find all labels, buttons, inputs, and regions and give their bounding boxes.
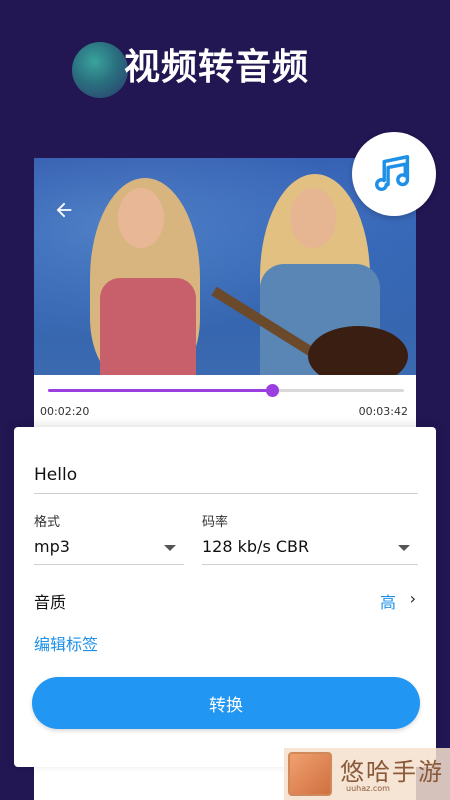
header-decoration [72,42,128,98]
video-figure-right-face [290,188,336,248]
chevron-right-icon: › [409,589,416,608]
dropdown-caret-icon [164,545,176,551]
bitrate-label: 码率 [202,515,229,530]
watermark: 悠哈手游 uuhaz.com [284,748,450,800]
format-label: 格式 [34,515,61,530]
edit-tags-link[interactable]: 编辑标签 [34,631,98,655]
arrow-left-icon[interactable] [52,199,76,223]
format-value: mp3 [34,537,70,556]
quality-row[interactable]: 音质 高 › [34,585,418,615]
page-title: 视频转音频 [124,47,310,88]
quality-value: 高 [379,593,396,612]
conversion-panel: 格式 mp3 码率 128 kb/s CBR 音质 高 › 编辑标签 转换 [14,427,436,767]
video-figure-left-face [118,188,164,248]
format-select[interactable]: mp3 [34,533,184,565]
seek-track[interactable] [48,384,404,397]
filename-input[interactable] [34,457,418,494]
watermark-url: uuhaz.com [346,784,390,793]
seek-progress [48,389,273,392]
bitrate-select[interactable]: 128 kb/s CBR [202,533,418,565]
bitrate-value: 128 kb/s CBR [202,537,310,556]
playback-bar: 00:02:20 00:03:42 [34,375,416,427]
watermark-text: 悠哈手游 [340,758,444,786]
total-time: 00:03:42 [358,405,408,418]
video-figure-left-shirt [100,278,196,375]
watermark-logo [288,752,332,796]
dropdown-caret-icon [398,545,410,551]
music-note-icon[interactable] [352,132,436,216]
current-time: 00:02:20 [40,405,90,418]
convert-button[interactable]: 转换 [32,677,420,729]
seek-thumb[interactable] [266,384,280,397]
quality-label: 音质 [34,593,67,612]
